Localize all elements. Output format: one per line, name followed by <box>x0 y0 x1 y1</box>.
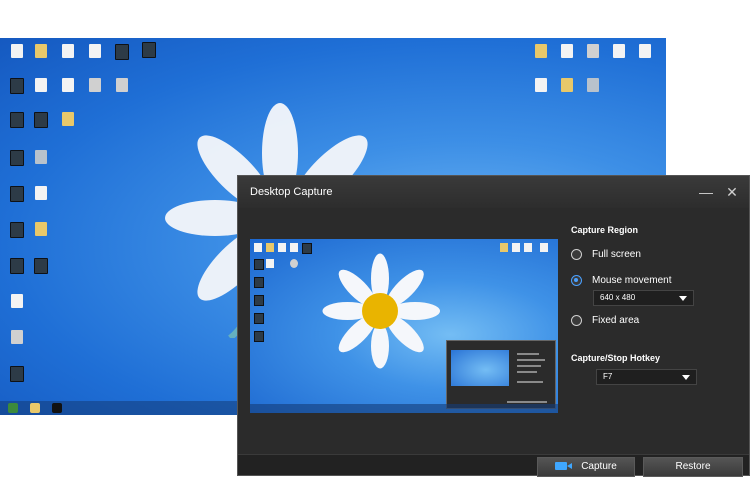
preview-desktop-icon <box>302 243 312 254</box>
desktop-icon[interactable] <box>30 150 52 165</box>
desktop-icon[interactable] <box>138 42 160 59</box>
desktop-icon[interactable] <box>30 44 52 59</box>
mouse-movement-size-select[interactable]: 640 x 480 <box>593 290 694 306</box>
desktop-icon[interactable] <box>6 366 28 383</box>
start-icon[interactable] <box>8 403 18 413</box>
app-icon[interactable] <box>52 403 62 413</box>
desktop-icon[interactable] <box>84 44 106 59</box>
mini-text-line <box>517 371 537 373</box>
desktop-icon[interactable] <box>57 78 79 93</box>
preview-desktop-icon <box>254 313 264 324</box>
radio-label: Full screen <box>592 248 641 260</box>
desktop-icon[interactable] <box>530 44 552 59</box>
mini-text-line <box>517 381 543 383</box>
desktop-icon[interactable] <box>634 44 656 59</box>
folder-icon[interactable] <box>30 403 40 413</box>
chevron-down-icon[interactable] <box>679 296 687 301</box>
desktop-icon[interactable] <box>6 186 28 203</box>
desktop-icon[interactable] <box>57 44 79 59</box>
capture-button-label: Capture <box>581 461 617 472</box>
desktop-icon[interactable] <box>6 258 28 275</box>
hotkey-label: Capture/Stop Hotkey <box>571 353 661 363</box>
capture-button[interactable]: Capture <box>537 457 635 477</box>
desktop-icon[interactable] <box>608 44 630 59</box>
preview-flower-image <box>322 253 440 369</box>
preview-desktop-icon <box>290 243 298 252</box>
mini-text-line <box>507 401 547 403</box>
minimize-button[interactable]: — <box>696 182 716 202</box>
desktop-icon[interactable] <box>530 78 552 93</box>
preview-desktop-icon <box>254 295 264 306</box>
radio-button[interactable] <box>571 314 582 326</box>
preview-desktop-icon <box>254 259 264 270</box>
desktop-icon[interactable] <box>556 44 578 59</box>
select-value: 640 x 480 <box>600 293 636 302</box>
desktop-icon[interactable] <box>6 222 28 239</box>
radio-label: Mouse movement <box>592 274 672 286</box>
preview-taskbar <box>250 404 558 413</box>
desktop-icon[interactable] <box>556 78 578 93</box>
desktop-icon[interactable] <box>30 186 52 201</box>
chevron-down-icon[interactable] <box>682 375 690 380</box>
radio-button[interactable] <box>571 274 582 286</box>
desktop-icon[interactable] <box>30 112 52 129</box>
desktop-capture-dialog: Desktop Capture — ✕ Capture Region Full … <box>237 175 750 477</box>
preview-desktop-icon <box>266 243 274 252</box>
close-button[interactable]: ✕ <box>722 182 742 202</box>
desktop-icon[interactable] <box>30 258 52 275</box>
desktop-icon[interactable] <box>111 44 133 61</box>
capture-region-label: Capture Region <box>571 225 639 235</box>
desktop-icon[interactable] <box>57 112 79 127</box>
desktop-icon[interactable] <box>582 44 604 59</box>
desktop-icon[interactable] <box>582 78 604 93</box>
select-value: F7 <box>603 372 613 381</box>
desktop-icon[interactable] <box>6 44 28 59</box>
desktop-icon[interactable] <box>6 294 28 309</box>
radio-button[interactable] <box>571 248 582 260</box>
preview-desktop-icon <box>254 331 264 342</box>
desktop-icon[interactable] <box>30 222 52 237</box>
capture-preview <box>250 239 558 413</box>
desktop-icon[interactable] <box>6 112 28 129</box>
preview-desktop-icon <box>512 243 520 252</box>
dialog-title: Desktop Capture <box>250 186 333 198</box>
desktop-icon[interactable] <box>84 78 106 93</box>
desktop-icon[interactable] <box>30 78 52 93</box>
radio-label: Fixed area <box>592 314 640 326</box>
preview-desktop-icon <box>500 243 508 252</box>
preview-desktop-icon <box>254 243 262 252</box>
radio-mouse-movement[interactable]: Mouse movement <box>571 272 671 288</box>
restore-button[interactable]: Restore <box>643 457 743 477</box>
dialog-titlebar[interactable]: Desktop Capture — ✕ <box>238 176 749 208</box>
radio-full-screen[interactable]: Full screen <box>571 246 641 262</box>
mini-text-line <box>517 365 541 367</box>
mini-text-line <box>517 359 545 361</box>
preview-desktop-icon <box>540 243 548 252</box>
radio-fixed-area[interactable]: Fixed area <box>571 312 639 328</box>
camera-icon <box>555 462 573 470</box>
preview-desktop-icon <box>254 277 264 288</box>
preview-desktop-icon <box>278 243 286 252</box>
mini-preview-image <box>451 350 509 386</box>
mini-text-line <box>517 353 539 355</box>
desktop-icon[interactable] <box>111 78 133 93</box>
desktop-icon[interactable] <box>6 150 28 167</box>
desktop-icon[interactable] <box>6 78 28 95</box>
preview-mini-dialog <box>446 340 556 409</box>
hotkey-select[interactable]: F7 <box>596 369 697 385</box>
preview-desktop-icon <box>524 243 532 252</box>
desktop-icon[interactable] <box>6 330 28 345</box>
preview-desktop-icon <box>266 259 274 268</box>
preview-desktop-icon <box>290 259 298 268</box>
